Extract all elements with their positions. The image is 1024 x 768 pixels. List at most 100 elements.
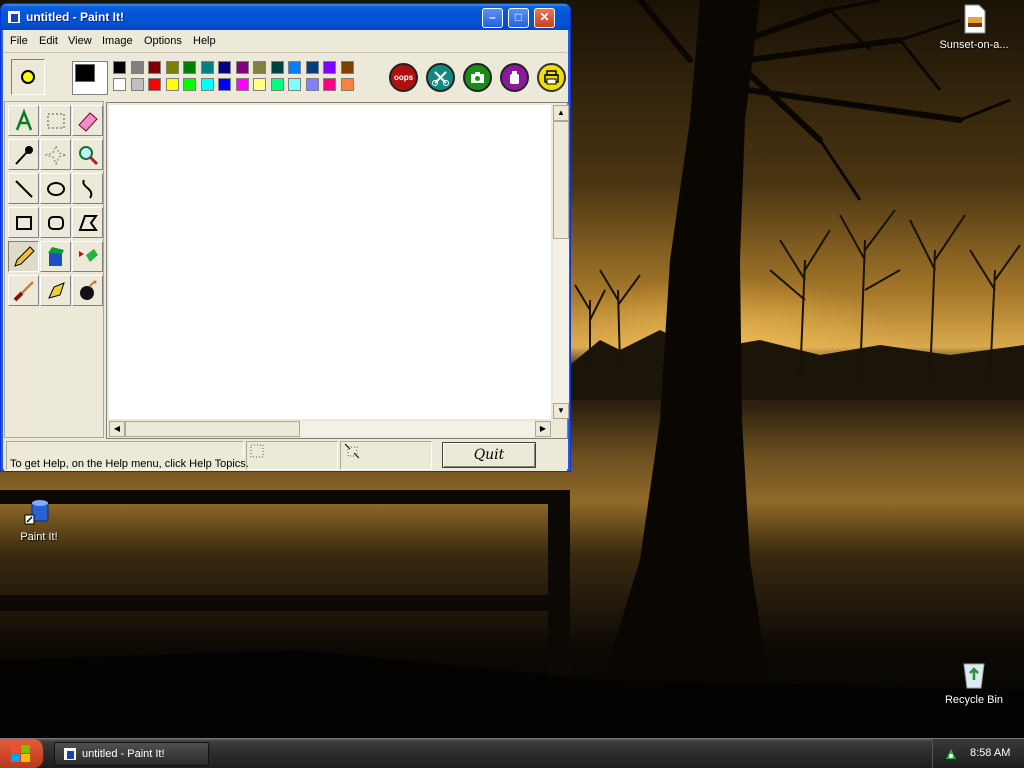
network-tray-icon[interactable] bbox=[943, 746, 959, 762]
palette-swatch[interactable] bbox=[148, 78, 161, 91]
scroll-right-arrow[interactable]: ▶ bbox=[535, 421, 551, 437]
bomb-icon bbox=[80, 280, 97, 300]
palette-swatch[interactable] bbox=[200, 61, 214, 74]
menu-view[interactable]: View bbox=[68, 35, 92, 47]
horizontal-scroll-thumb[interactable] bbox=[125, 421, 300, 437]
palette-swatch[interactable] bbox=[183, 61, 196, 74]
scroll-down-arrow[interactable]: ▼ bbox=[553, 403, 569, 419]
palette-swatch[interactable] bbox=[270, 61, 284, 74]
rounded-rectangle-tool[interactable] bbox=[40, 207, 71, 238]
menu-image[interactable]: Image bbox=[102, 35, 133, 47]
menu-file[interactable]: File bbox=[10, 35, 28, 47]
vertical-scrollbar[interactable]: ▲ ▼ bbox=[553, 105, 569, 419]
current-color-indicator[interactable] bbox=[11, 59, 45, 95]
close-button[interactable]: ✕ bbox=[534, 8, 555, 28]
palette-swatch[interactable] bbox=[165, 61, 179, 74]
palette-swatch[interactable] bbox=[218, 61, 231, 74]
dashed-rectangle-icon bbox=[47, 113, 65, 129]
oops-button[interactable]: oops bbox=[389, 63, 418, 92]
cursor-position-icon bbox=[250, 444, 264, 458]
text-a-icon bbox=[15, 109, 33, 131]
palette-swatch[interactable] bbox=[235, 78, 249, 91]
menu-options[interactable]: Options bbox=[144, 35, 182, 47]
palette-swatch[interactable] bbox=[218, 78, 231, 91]
polygon-tool[interactable] bbox=[72, 207, 103, 238]
paint-bucket-tool[interactable] bbox=[40, 241, 71, 272]
paint-bucket-icon bbox=[48, 247, 64, 266]
status-help-text: To get Help, on the Help menu, click Hel… bbox=[10, 458, 249, 470]
palette-swatch[interactable] bbox=[130, 78, 144, 91]
palette-swatch[interactable] bbox=[148, 61, 161, 74]
stamp-tool[interactable] bbox=[40, 275, 71, 306]
scissors-button[interactable] bbox=[426, 63, 455, 92]
start-button[interactable] bbox=[0, 739, 44, 768]
ellipse-tool[interactable] bbox=[40, 173, 71, 204]
minimize-button[interactable]: – bbox=[482, 8, 503, 28]
scroll-left-arrow[interactable]: ◀ bbox=[109, 421, 125, 437]
select-free-tool[interactable] bbox=[40, 139, 71, 170]
brush-tool[interactable] bbox=[8, 275, 39, 306]
palette-swatch[interactable] bbox=[340, 78, 354, 91]
eyedropper-tool[interactable] bbox=[8, 139, 39, 170]
desktop-icon-label: Recycle Bin bbox=[944, 694, 1004, 706]
palette-swatch[interactable] bbox=[253, 78, 266, 91]
curve-icon bbox=[82, 179, 93, 199]
paint-it-window: untitled - Paint It! – □ ✕ File Edit Vie… bbox=[0, 3, 571, 472]
curve-tool[interactable] bbox=[72, 173, 103, 204]
print-button[interactable] bbox=[537, 63, 566, 92]
camera-icon bbox=[471, 72, 484, 83]
title-bar[interactable]: untitled - Paint It! – □ ✕ bbox=[1, 4, 570, 30]
bomb-tool[interactable] bbox=[72, 275, 103, 306]
spray-tool[interactable] bbox=[72, 241, 103, 272]
desktop-icon-sunset-file[interactable]: Sunset-on-a... bbox=[935, 3, 1013, 51]
horizontal-scrollbar[interactable]: ◀ ▶ bbox=[109, 421, 551, 437]
eraser-icon bbox=[78, 112, 98, 132]
palette-swatch[interactable] bbox=[340, 61, 354, 74]
zoom-tool[interactable] bbox=[72, 139, 103, 170]
desktop-icon-paint-it[interactable]: Paint It! bbox=[0, 495, 78, 543]
taskbar-item-paint-it[interactable]: untitled - Paint It! bbox=[54, 742, 209, 766]
maximize-button[interactable]: □ bbox=[508, 8, 529, 28]
star-select-icon bbox=[44, 144, 68, 166]
palette-swatch[interactable] bbox=[183, 78, 196, 91]
rectangle-tool[interactable] bbox=[8, 207, 39, 238]
palette-swatch[interactable] bbox=[130, 61, 144, 74]
menu-help[interactable]: Help bbox=[193, 35, 216, 47]
palette-swatch[interactable] bbox=[200, 78, 214, 91]
scissors-icon bbox=[432, 71, 449, 86]
camera-button[interactable] bbox=[463, 63, 492, 92]
ellipse-icon bbox=[47, 182, 65, 196]
palette-swatch[interactable] bbox=[113, 78, 126, 91]
quit-button[interactable]: Quit bbox=[442, 442, 536, 468]
line-tool[interactable] bbox=[8, 173, 39, 204]
eraser-tool[interactable] bbox=[72, 105, 103, 136]
jar-button[interactable] bbox=[500, 63, 529, 92]
select-rectangle-tool[interactable] bbox=[40, 105, 71, 136]
palette-swatch[interactable] bbox=[165, 78, 179, 91]
scroll-up-arrow[interactable]: ▲ bbox=[553, 105, 569, 121]
paint-bucket-shortcut-icon bbox=[23, 495, 55, 527]
palette-swatch[interactable] bbox=[270, 78, 284, 91]
drawing-canvas[interactable] bbox=[109, 105, 551, 419]
palette-swatch[interactable] bbox=[323, 78, 336, 91]
palette-swatch[interactable] bbox=[288, 78, 301, 91]
magnifier-icon bbox=[79, 146, 99, 166]
palette-swatch[interactable] bbox=[235, 61, 249, 74]
status-bar: To get Help, on the Help menu, click Hel… bbox=[4, 440, 567, 471]
menu-edit[interactable]: Edit bbox=[39, 35, 58, 47]
pencil-tool[interactable] bbox=[8, 241, 39, 272]
recycle-bin-icon bbox=[958, 658, 990, 690]
palette-swatch[interactable] bbox=[288, 61, 301, 74]
palette-swatch[interactable] bbox=[323, 61, 336, 74]
foreground-background-colors[interactable] bbox=[72, 61, 108, 95]
text-tool[interactable] bbox=[8, 105, 39, 136]
palette-swatch[interactable] bbox=[253, 61, 266, 74]
vertical-scroll-thumb[interactable] bbox=[553, 121, 569, 239]
desktop-icon-recycle-bin[interactable]: Recycle Bin bbox=[935, 658, 1013, 706]
palette-swatch[interactable] bbox=[305, 61, 319, 74]
window-title: untitled - Paint It! bbox=[26, 10, 124, 24]
menu-bar: File Edit View Image Options Help bbox=[4, 31, 567, 53]
clock[interactable]: 8:58 AM bbox=[970, 747, 1010, 759]
palette-swatch[interactable] bbox=[305, 78, 319, 91]
palette-swatch[interactable] bbox=[113, 61, 126, 74]
